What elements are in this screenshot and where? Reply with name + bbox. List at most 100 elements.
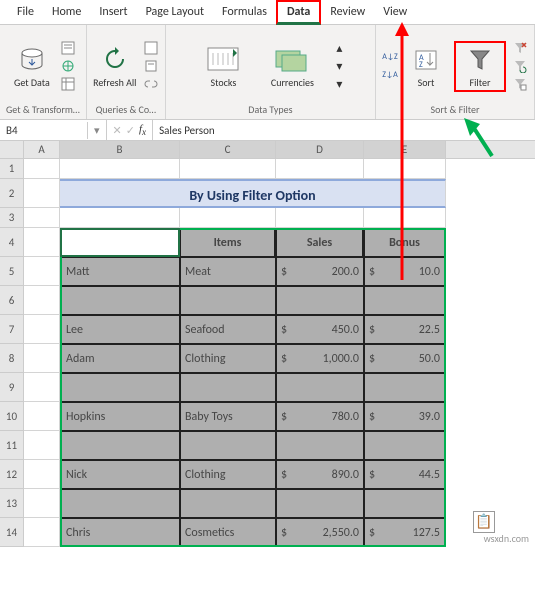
cell[interactable] (60, 208, 180, 228)
cell[interactable] (24, 315, 60, 344)
cell[interactable] (24, 286, 60, 315)
formula-content[interactable]: Sales Person (153, 122, 221, 139)
table-cell[interactable]: Nick (60, 460, 180, 489)
reapply-filter-icon[interactable] (512, 59, 528, 74)
table-cell[interactable]: $450.0 (276, 315, 364, 344)
fx-icon[interactable]: fx (139, 123, 146, 137)
cell[interactable] (24, 489, 60, 518)
row-14[interactable]: 14 (0, 518, 24, 547)
row-6[interactable]: 6 (0, 286, 24, 315)
table-cell[interactable] (180, 431, 276, 460)
table-cell[interactable] (276, 431, 364, 460)
row-13[interactable]: 13 (0, 489, 24, 518)
table-cell[interactable]: Baby Toys (180, 402, 276, 431)
cell[interactable] (24, 257, 60, 286)
table-cell[interactable] (276, 489, 364, 518)
cell[interactable] (364, 159, 446, 179)
table-cell[interactable]: Hopkins (60, 402, 180, 431)
filter-button[interactable]: Filter (458, 45, 502, 88)
cell[interactable] (364, 208, 446, 228)
data-types-up-icon[interactable]: ▴ (331, 41, 347, 56)
stocks-button[interactable]: Stocks (193, 45, 253, 88)
table-cell[interactable] (60, 431, 180, 460)
table-cell[interactable]: $10.0 (364, 257, 446, 286)
queries-connections-icon[interactable] (143, 41, 159, 56)
table-cell[interactable]: $1,000.0 (276, 344, 364, 373)
data-types-down-icon[interactable]: ▾ (331, 59, 347, 74)
col-B[interactable]: B (60, 141, 180, 158)
cell[interactable] (24, 208, 60, 228)
cell[interactable] (24, 159, 60, 179)
table-cell[interactable] (276, 286, 364, 315)
from-text-icon[interactable] (60, 41, 76, 56)
table-cell[interactable]: Cosmetics (180, 518, 276, 547)
sort-asc-button[interactable]: A↓Z (382, 50, 398, 65)
table-cell[interactable]: Seafood (180, 315, 276, 344)
properties-icon[interactable] (143, 59, 159, 74)
advanced-filter-icon[interactable] (512, 77, 528, 92)
table-header[interactable]: Items (180, 228, 276, 257)
row-3[interactable]: 3 (0, 208, 24, 228)
cell[interactable] (24, 460, 60, 489)
cell[interactable] (24, 518, 60, 547)
table-cell[interactable]: Clothing (180, 460, 276, 489)
cell[interactable] (24, 228, 60, 257)
col-E[interactable]: E (364, 141, 446, 158)
table-cell[interactable]: $44.5 (364, 460, 446, 489)
cell[interactable] (24, 179, 60, 208)
col-D[interactable]: D (276, 141, 364, 158)
col-C[interactable]: C (180, 141, 276, 158)
from-web-icon[interactable] (60, 59, 76, 74)
cell[interactable] (276, 159, 364, 179)
cell[interactable] (24, 402, 60, 431)
row-11[interactable]: 11 (0, 431, 24, 460)
table-cell[interactable] (180, 373, 276, 402)
menu-review[interactable]: Review (321, 2, 374, 22)
select-all-corner[interactable] (0, 141, 24, 158)
table-cell[interactable]: Clothing (180, 344, 276, 373)
table-cell[interactable]: $22.5 (364, 315, 446, 344)
cell[interactable] (24, 431, 60, 460)
table-cell[interactable] (180, 286, 276, 315)
menu-data[interactable]: Data (276, 0, 321, 25)
menu-formulas[interactable]: Formulas (213, 2, 276, 22)
table-cell[interactable]: Matt (60, 257, 180, 286)
table-cell[interactable]: $127.5 (364, 518, 446, 547)
edit-links-icon[interactable] (143, 77, 159, 92)
sort-button[interactable]: AZ Sort (404, 45, 448, 88)
table-cell[interactable]: Meat (180, 257, 276, 286)
table-header[interactable]: Sales Person (60, 228, 180, 257)
cell[interactable] (24, 373, 60, 402)
sort-desc-button[interactable]: Z↓A (382, 68, 398, 83)
row-10[interactable]: 10 (0, 402, 24, 431)
menu-insert[interactable]: Insert (90, 2, 136, 22)
col-A[interactable]: A (24, 141, 60, 158)
cell[interactable] (60, 159, 180, 179)
row-9[interactable]: 9 (0, 373, 24, 402)
table-cell[interactable]: $890.0 (276, 460, 364, 489)
currencies-button[interactable]: Currencies (259, 45, 325, 88)
row-8[interactable]: 8 (0, 344, 24, 373)
refresh-all-button[interactable]: Refresh All (93, 45, 137, 88)
row-2[interactable]: 2 (0, 179, 24, 208)
table-cell[interactable] (180, 489, 276, 518)
dropdown-icon[interactable]: ▾ (94, 124, 100, 137)
table-cell[interactable] (60, 489, 180, 518)
table-cell[interactable] (276, 373, 364, 402)
table-cell[interactable]: $200.0 (276, 257, 364, 286)
row-7[interactable]: 7 (0, 315, 24, 344)
cell[interactable] (180, 208, 276, 228)
table-cell[interactable] (364, 431, 446, 460)
table-cell[interactable]: $39.0 (364, 402, 446, 431)
from-table-icon[interactable] (60, 77, 76, 92)
table-cell[interactable]: $50.0 (364, 344, 446, 373)
row-4[interactable]: 4 (0, 228, 24, 257)
cell[interactable] (276, 208, 364, 228)
table-cell[interactable] (364, 489, 446, 518)
row-12[interactable]: 12 (0, 460, 24, 489)
table-cell[interactable] (364, 373, 446, 402)
table-cell[interactable]: Lee (60, 315, 180, 344)
table-header[interactable]: Bonus (364, 228, 446, 257)
enter-icon[interactable]: ✓ (126, 124, 135, 137)
menu-file[interactable]: File (8, 2, 43, 22)
